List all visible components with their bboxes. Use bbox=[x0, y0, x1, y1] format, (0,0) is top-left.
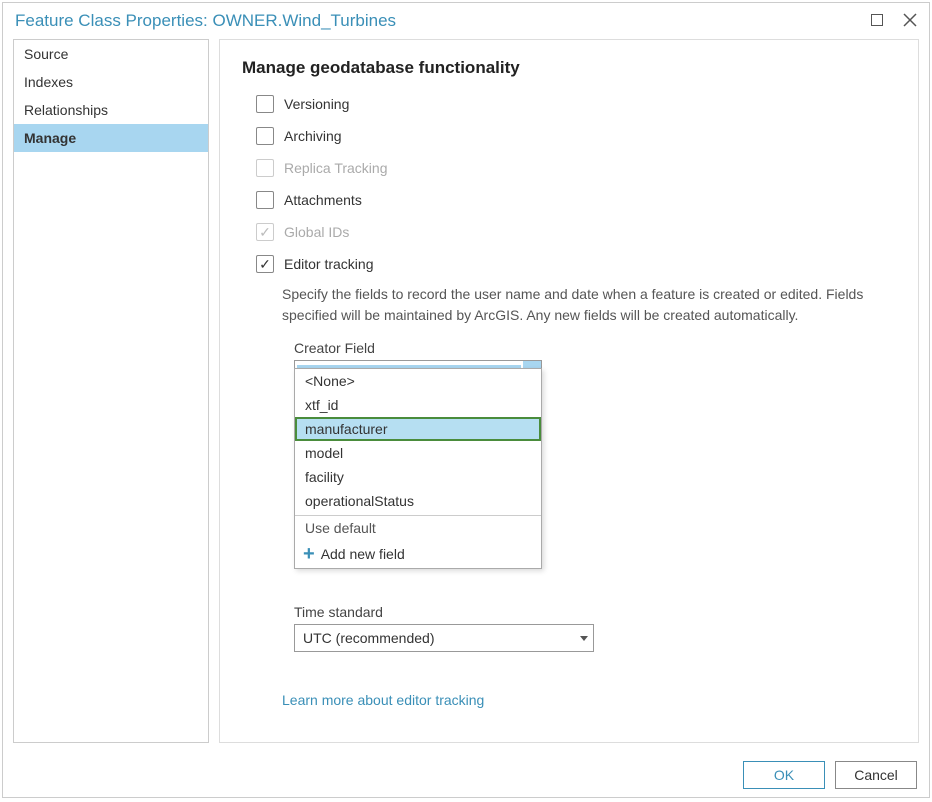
main-panel: Manage geodatabase functionality Version… bbox=[219, 39, 919, 743]
sidebar-item-relationships[interactable]: Relationships bbox=[14, 96, 208, 124]
dropdown-option-operationalstatus[interactable]: operationalStatus bbox=[295, 489, 541, 513]
titlebar: Feature Class Properties: OWNER.Wind_Tur… bbox=[3, 3, 929, 39]
window-title: Feature Class Properties: OWNER.Wind_Tur… bbox=[15, 11, 871, 31]
cancel-button[interactable]: Cancel bbox=[835, 761, 917, 789]
learn-more-link[interactable]: Learn more about editor tracking bbox=[282, 692, 484, 708]
dialog-window: Feature Class Properties: OWNER.Wind_Tur… bbox=[2, 2, 930, 798]
versioning-checkbox[interactable] bbox=[256, 95, 274, 113]
creator-field-label: Creator Field bbox=[294, 340, 896, 356]
editor-tracking-label: Editor tracking bbox=[284, 256, 373, 272]
section-title: Manage geodatabase functionality bbox=[242, 58, 896, 78]
dropdown-option-facility[interactable]: facility bbox=[295, 465, 541, 489]
restore-icon[interactable] bbox=[871, 13, 883, 29]
editor-tracking-description: Specify the fields to record the user na… bbox=[282, 284, 896, 326]
sidebar-item-source[interactable]: Source bbox=[14, 40, 208, 68]
sidebar-item-indexes[interactable]: Indexes bbox=[14, 68, 208, 96]
chevron-down-icon[interactable] bbox=[575, 636, 593, 641]
dropdown-option-xtfid[interactable]: xtf_id bbox=[295, 393, 541, 417]
dialog-footer: OK Cancel bbox=[3, 753, 929, 797]
creator-field-dropdown: <None> xtf_id manufacturer model facilit… bbox=[294, 368, 542, 569]
time-standard-value: UTC (recommended) bbox=[295, 630, 575, 646]
attachments-checkbox[interactable] bbox=[256, 191, 274, 209]
replica-checkbox bbox=[256, 159, 274, 177]
attachments-label: Attachments bbox=[284, 192, 362, 208]
dropdown-option-manufacturer[interactable]: manufacturer bbox=[295, 417, 541, 441]
dropdown-use-default[interactable]: Use default bbox=[295, 516, 541, 540]
time-standard-select[interactable]: UTC (recommended) bbox=[294, 624, 594, 652]
sidebar-item-manage[interactable]: Manage bbox=[14, 124, 208, 152]
time-standard-label: Time standard bbox=[294, 604, 896, 620]
dropdown-option-none[interactable]: <None> bbox=[295, 369, 541, 393]
editor-tracking-checkbox[interactable] bbox=[256, 255, 274, 273]
dropdown-option-model[interactable]: model bbox=[295, 441, 541, 465]
ok-button[interactable]: OK bbox=[743, 761, 825, 789]
close-icon[interactable] bbox=[903, 13, 917, 30]
dropdown-add-new-field[interactable]: + Add new field bbox=[295, 540, 541, 568]
globalids-label: Global IDs bbox=[284, 224, 349, 240]
plus-icon: + bbox=[303, 544, 315, 564]
sidebar: Source Indexes Relationships Manage bbox=[13, 39, 209, 743]
replica-label: Replica Tracking bbox=[284, 160, 388, 176]
add-new-field-label: Add new field bbox=[321, 546, 405, 562]
globalids-checkbox bbox=[256, 223, 274, 241]
archiving-label: Archiving bbox=[284, 128, 342, 144]
archiving-checkbox[interactable] bbox=[256, 127, 274, 145]
versioning-label: Versioning bbox=[284, 96, 349, 112]
